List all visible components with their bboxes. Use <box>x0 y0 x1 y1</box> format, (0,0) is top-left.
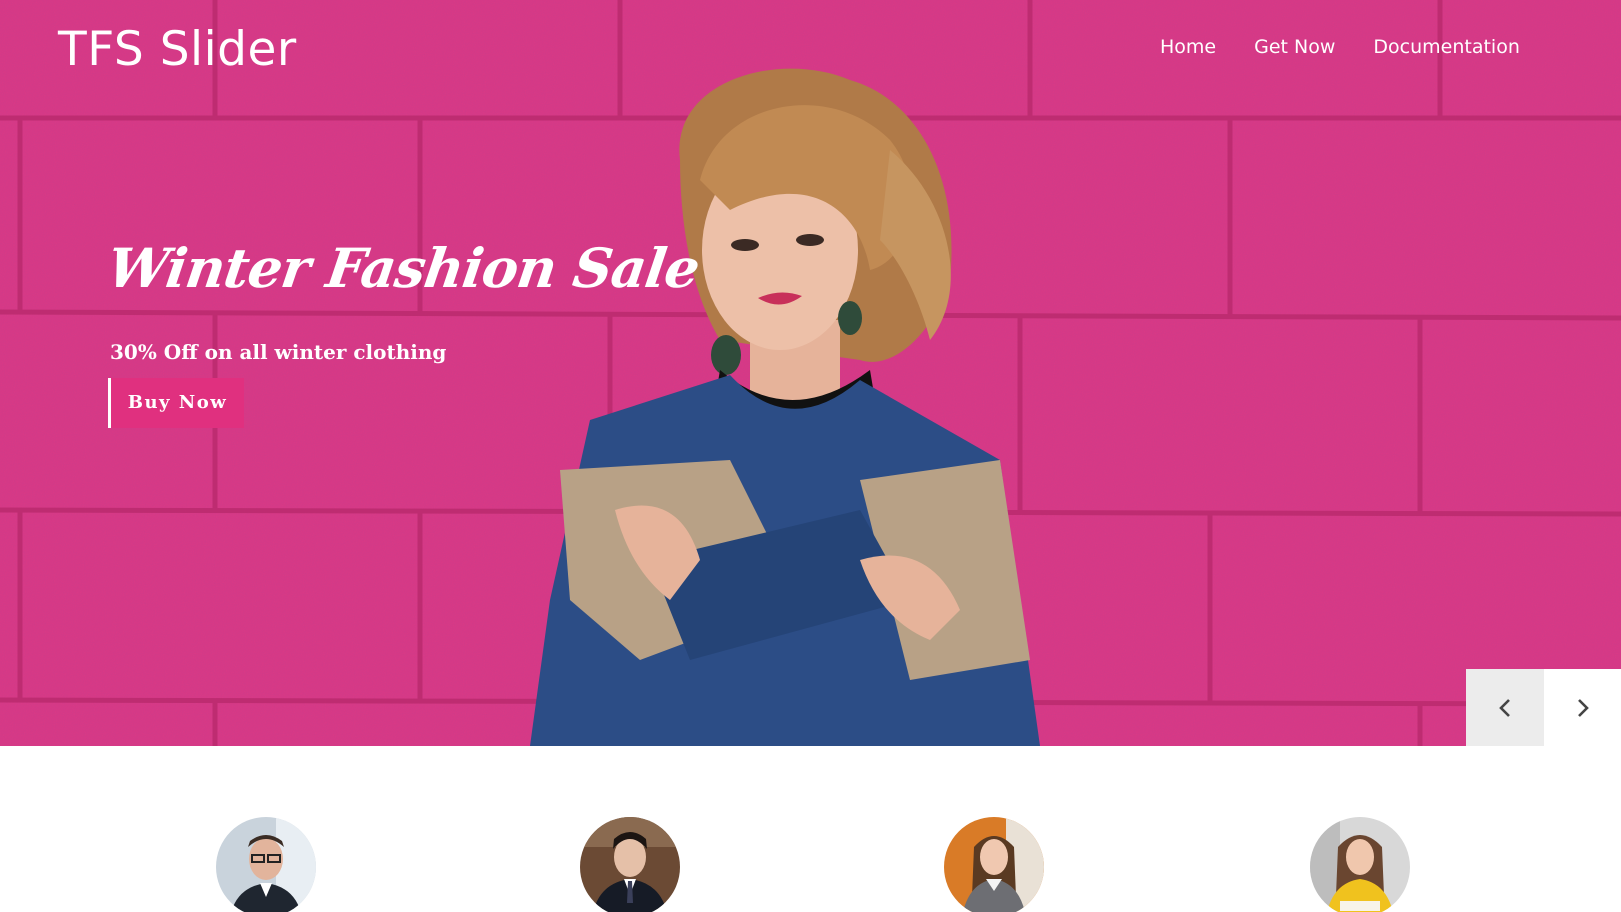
nav-home[interactable]: Home <box>1160 36 1216 58</box>
chevron-left-icon <box>1499 698 1510 717</box>
hero-slider: TFS Slider Home Get Now Documentation Wi… <box>0 0 1621 746</box>
avatar-man-suit <box>580 817 680 912</box>
nav-documentation[interactable]: Documentation <box>1373 36 1519 58</box>
slide-subline: 30% Off on all winter clothing <box>110 340 447 364</box>
model-photo <box>530 68 1040 746</box>
nav-get-now[interactable]: Get Now <box>1254 36 1335 58</box>
slide-headline: Winter Fashion Sale <box>103 236 704 300</box>
avatar-woman-yellow <box>1310 817 1410 912</box>
chevron-right-icon <box>1577 698 1589 717</box>
brand-logo[interactable]: TFS Slider <box>58 22 297 77</box>
team-strip <box>0 746 1621 912</box>
next-slide-button[interactable] <box>1544 669 1621 746</box>
prev-slide-button[interactable] <box>1466 669 1544 746</box>
avatar-man-glasses <box>216 817 316 912</box>
main-nav: Home Get Now Documentation <box>1160 36 1520 58</box>
buy-now-button[interactable]: Buy Now <box>108 378 244 428</box>
avatar-woman-orange <box>944 817 1044 912</box>
